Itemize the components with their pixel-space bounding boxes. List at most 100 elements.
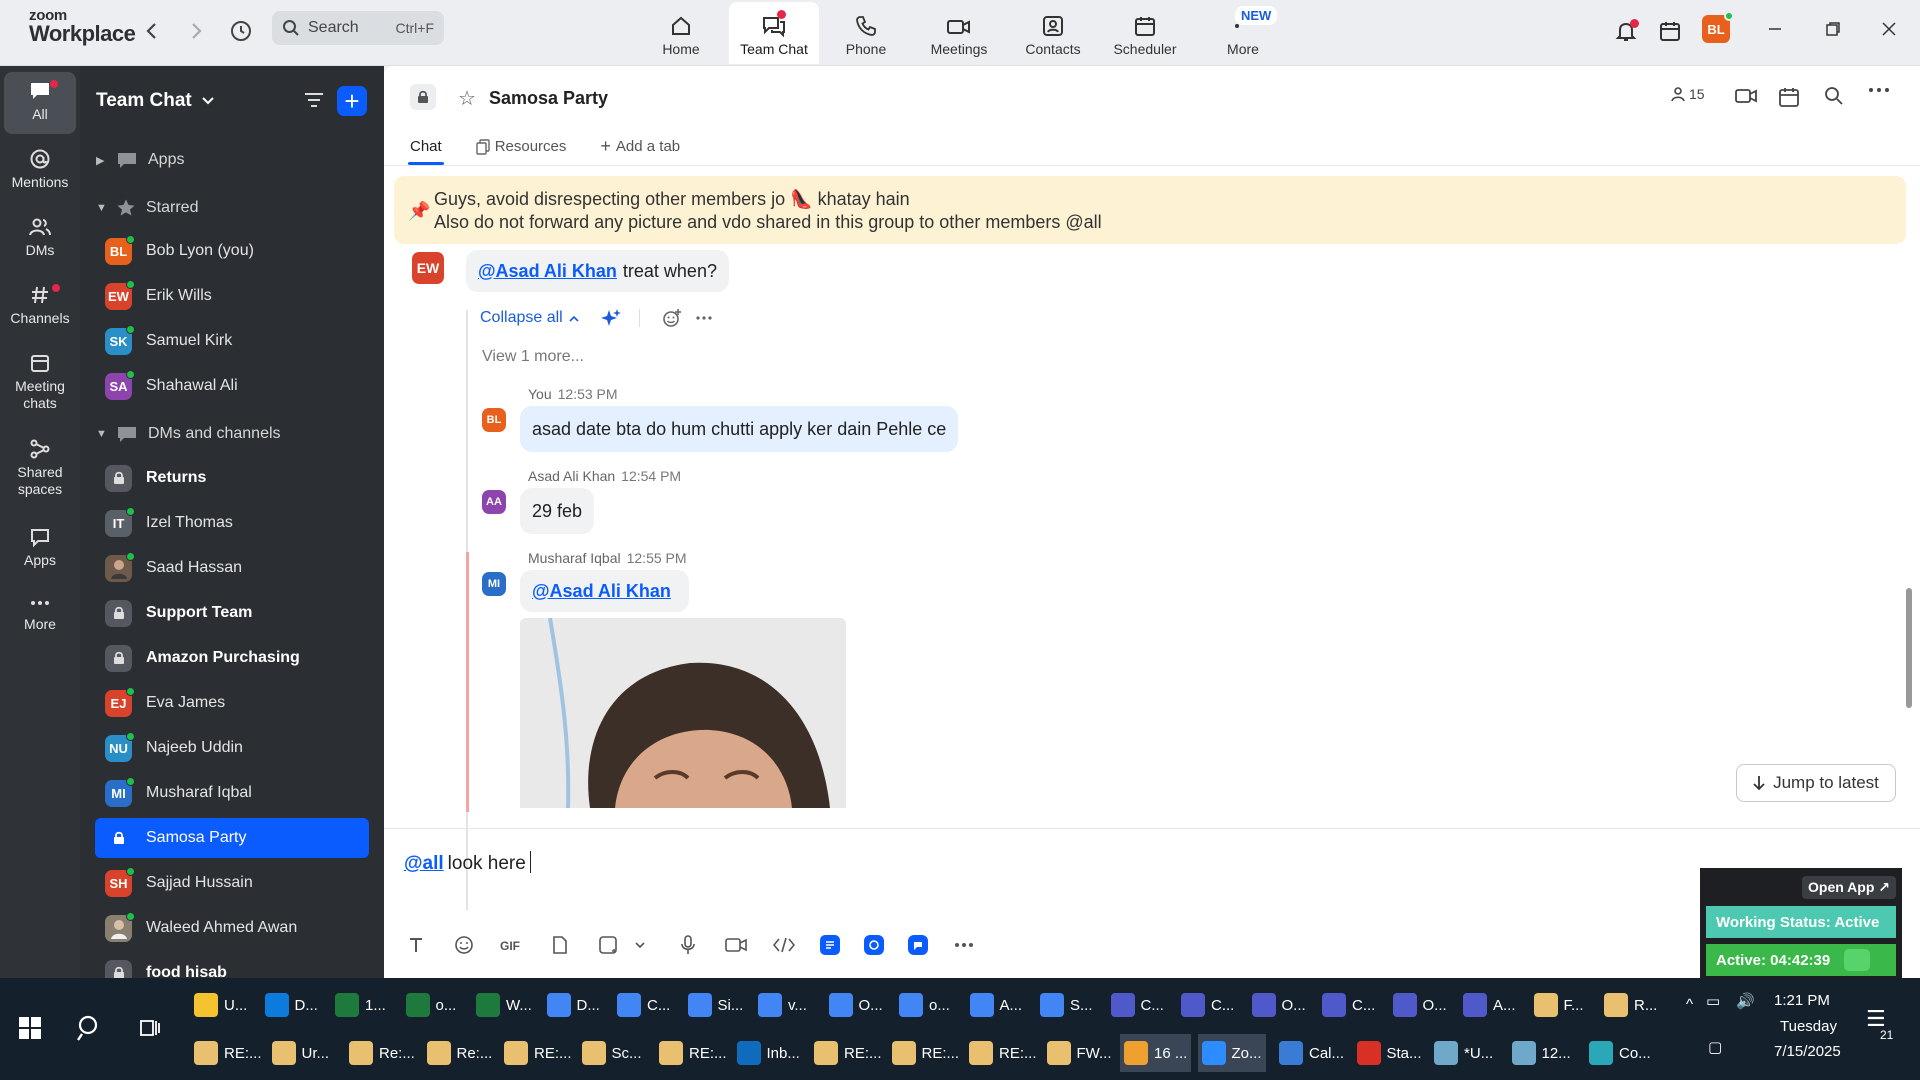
taskbar-app-button[interactable]: A... [969, 986, 1022, 1024]
search-box[interactable]: Search Ctrl+F [272, 11, 444, 45]
taskbar-app-button[interactable]: Co... [1585, 1034, 1655, 1072]
attach-file-icon[interactable] [548, 933, 572, 957]
sidebar-title[interactable]: Team Chat [96, 90, 214, 112]
taskbar-app-button[interactable]: F... [1533, 986, 1584, 1024]
taskbar-app-button[interactable]: 16 ... [1120, 1034, 1192, 1072]
collapse-all-button[interactable]: Collapse all [480, 308, 712, 328]
message-bubble[interactable]: asad date bta do hum chutti apply ker da… [520, 406, 959, 452]
tab-contacts[interactable]: Contacts [1020, 2, 1086, 64]
rail-item-apps[interactable]: Apps [4, 526, 76, 569]
taskbar-app-button[interactable]: S... [1040, 986, 1093, 1024]
taskbar-app-button[interactable]: 1... [335, 986, 386, 1024]
chevron-down-icon[interactable] [628, 933, 652, 957]
taskbar-app-button[interactable]: O... [828, 986, 883, 1024]
taskbar-app-button[interactable]: R... [1604, 986, 1657, 1024]
rail-item-dms[interactable]: DMs [4, 216, 76, 259]
taskbar-app-button[interactable]: O... [1251, 986, 1306, 1024]
taskbar-app-button[interactable]: C... [617, 986, 670, 1024]
taskbar-app-button[interactable]: C... [1181, 986, 1234, 1024]
app-integration-icon[interactable] [820, 935, 840, 955]
more-icon[interactable] [952, 933, 976, 957]
taskbar-app-button[interactable]: Cal... [1275, 1034, 1348, 1072]
taskbar-app-button[interactable]: C... [1110, 986, 1164, 1024]
taskbar-app-button[interactable]: RE:... [810, 1034, 886, 1072]
sidebar-item-sajjad-hussain[interactable]: SH Sajjad Hussain [95, 863, 369, 903]
taskbar-app-button[interactable]: FW... [1043, 1034, 1116, 1072]
sidebar-item-amazon-purchasing[interactable]: Amazon Purchasing [95, 638, 369, 678]
taskbar-app-button[interactable]: *U... [1430, 1034, 1497, 1072]
members-button[interactable]: 15 [1670, 86, 1705, 102]
rail-item-meeting-chats[interactable]: Meeting chats [4, 352, 76, 412]
screenshot-icon[interactable] [596, 933, 620, 957]
video-message-icon[interactable] [724, 933, 748, 957]
taskbar-app-button[interactable]: Inb... [733, 1034, 804, 1072]
minimize-button[interactable] [1760, 14, 1790, 44]
avatar[interactable]: BL [482, 408, 506, 432]
history-icon[interactable] [227, 17, 255, 45]
avatar[interactable]: EW [412, 252, 444, 284]
taskbar-app-button[interactable]: RE:... [965, 1034, 1041, 1072]
filter-icon[interactable] [302, 88, 328, 114]
close-button[interactable] [1874, 14, 1904, 44]
taskbar-app-button[interactable]: o... [899, 986, 950, 1024]
search-icon[interactable] [1824, 86, 1844, 106]
sidebar-item-erik-wills[interactable]: EW Erik Wills [95, 276, 369, 316]
tab-phone[interactable]: Phone [836, 2, 896, 64]
ai-sparkle-icon[interactable] [600, 308, 621, 328]
taskbar-app-button[interactable]: O... [1392, 986, 1447, 1024]
restore-button[interactable] [1818, 14, 1848, 44]
calendar-status-icon[interactable] [1656, 17, 1684, 45]
filter-icon[interactable] [1844, 949, 1871, 971]
section-starred[interactable]: ▼ Starred [96, 198, 198, 218]
user-avatar[interactable]: BL [1702, 11, 1734, 43]
sidebar-item-najeeb-uddin[interactable]: NU Najeeb Uddin [95, 728, 369, 768]
mention-link[interactable]: @Asad Ali Khan [532, 581, 671, 602]
taskbar-app-button[interactable]: RE:... [888, 1034, 964, 1072]
message-composer[interactable]: @all look here GIF [384, 828, 1920, 978]
rail-item-all[interactable]: All [4, 72, 76, 134]
shared-photo[interactable] [520, 618, 846, 808]
sidebar-item-samosa-party[interactable]: Samosa Party [95, 818, 369, 858]
gif-icon[interactable]: GIF [500, 933, 524, 957]
chevron-up-icon[interactable]: ^ [1686, 996, 1693, 1013]
taskbar-app-button[interactable]: D... [264, 986, 318, 1024]
taskbar-app-button[interactable]: RE:... [190, 1034, 266, 1072]
code-snippet-icon[interactable] [772, 933, 796, 957]
taskbar-app-button[interactable]: 12... [1508, 1034, 1575, 1072]
mention-link[interactable]: @Asad Ali Khan [478, 261, 617, 282]
text-format-icon[interactable] [404, 933, 428, 957]
tab-chat[interactable]: Chat [408, 136, 444, 165]
tab-scheduler[interactable]: Scheduler [1110, 2, 1180, 64]
add-tab-button[interactable]: + Add a tab [600, 136, 680, 157]
taskbar-app-button[interactable]: Re:... [423, 1034, 497, 1072]
scrollbar[interactable] [1906, 588, 1912, 708]
message-bubble[interactable]: @Asad Ali Khan [520, 570, 689, 612]
rail-item-mentions[interactable]: Mentions [4, 148, 76, 191]
avatar[interactable]: MI [482, 572, 506, 596]
sidebar-item-bob-lyon[interactable]: BL Bob Lyon (you) [95, 231, 369, 271]
tab-meetings[interactable]: Meetings [922, 2, 996, 64]
windows-start-icon[interactable] [18, 1016, 42, 1040]
taskbar-app-button[interactable]: Ur... [268, 1034, 334, 1072]
volume-icon[interactable]: 🔊 [1736, 992, 1755, 1010]
rail-item-more[interactable]: More [4, 594, 76, 633]
channel-title[interactable]: Samosa Party [489, 88, 608, 109]
pinned-message[interactable]: 📌 Guys, avoid disrespecting other member… [394, 176, 1906, 244]
taskbar-app-button[interactable]: v... [758, 986, 807, 1024]
taskbar-app-button[interactable]: Si... [687, 986, 743, 1024]
new-chat-button[interactable]: + [337, 86, 367, 116]
taskbar-app-button[interactable]: o... [405, 986, 456, 1024]
video-call-icon[interactable] [1734, 86, 1758, 106]
taskbar-app-button[interactable]: Re:... [345, 1034, 419, 1072]
taskbar-app-button[interactable]: A... [1463, 986, 1516, 1024]
jump-to-latest-button[interactable]: Jump to latest [1736, 764, 1896, 802]
app-integration-icon[interactable] [908, 935, 928, 955]
clock-time[interactable]: 1:21 PM [1774, 992, 1830, 1009]
more-icon[interactable] [696, 315, 712, 321]
forward-arrow-icon[interactable] [182, 17, 210, 45]
add-reaction-icon[interactable] [662, 308, 682, 328]
taskbar-app-button[interactable]: RE:... [655, 1034, 731, 1072]
open-app-button[interactable]: Open App ↗ [1802, 876, 1896, 899]
star-icon[interactable]: ☆ [458, 86, 476, 111]
taskbar-app-button[interactable]: C... [1322, 986, 1375, 1024]
